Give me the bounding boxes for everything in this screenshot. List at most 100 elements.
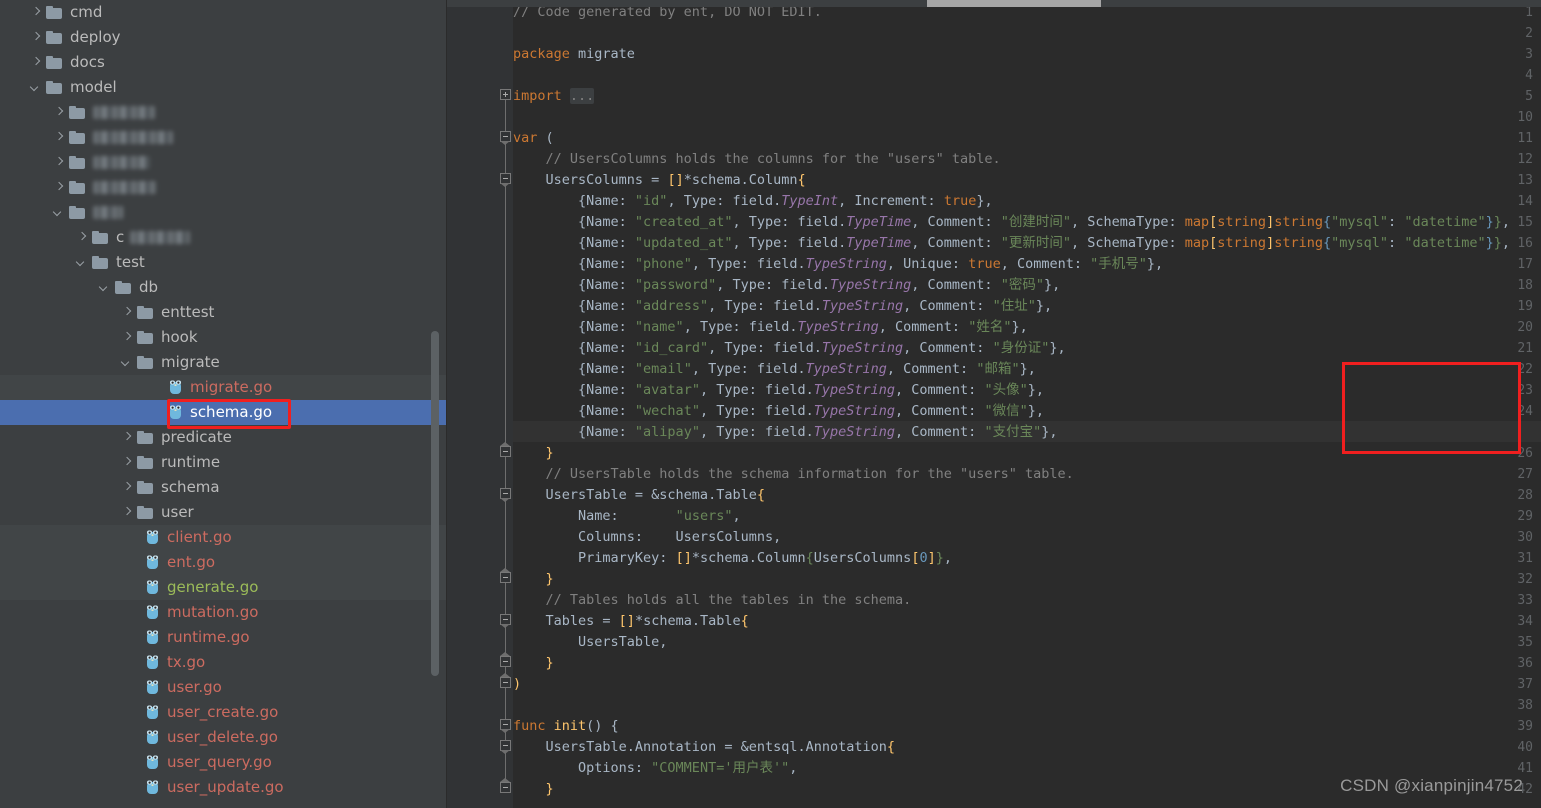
chevron-right-icon[interactable]	[30, 6, 43, 19]
code-line[interactable]: {Name: "address", Type: field.TypeString…	[513, 296, 1052, 317]
tree-file-item[interactable]: schema.go	[0, 400, 447, 425]
tree-folder-item[interactable]: docs	[0, 50, 447, 75]
tree-folder-item[interactable]	[0, 100, 447, 125]
fold-toggle-icon[interactable]	[500, 614, 511, 625]
code-text-area[interactable]: // Code generated by ent, DO NOT EDIT. pa…	[513, 0, 1541, 808]
code-line[interactable]: {Name: "alipay", Type: field.TypeString,…	[513, 422, 1057, 443]
code-editor[interactable]: 1234510111213141516171819202122232425262…	[447, 0, 1541, 808]
fold-toggle-icon[interactable]	[500, 131, 511, 142]
tree-file-item[interactable]: user_create.go	[0, 700, 447, 725]
chevron-right-icon[interactable]	[53, 106, 66, 119]
code-line[interactable]: {Name: "id", Type: field.TypeInt, Increm…	[513, 191, 993, 212]
code-line[interactable]: UsersColumns = []*schema.Column{	[513, 170, 806, 191]
tree-folder-item[interactable]	[0, 125, 447, 150]
code-line[interactable]: {Name: "id_card", Type: field.TypeString…	[513, 338, 1066, 359]
chevron-right-icon[interactable]	[121, 481, 134, 494]
chevron-down-icon[interactable]	[53, 206, 66, 219]
code-line[interactable]: }	[513, 779, 554, 800]
code-line[interactable]: Columns: UsersColumns,	[513, 527, 781, 548]
code-line[interactable]: }	[513, 653, 554, 674]
tree-folder-item[interactable]: cmd	[0, 0, 447, 25]
fold-toggle-icon[interactable]	[500, 173, 511, 184]
code-line[interactable]: // UsersTable holds the schema informati…	[513, 464, 1074, 485]
tree-file-item[interactable]: user.go	[0, 675, 447, 700]
tree-file-item[interactable]: migrate.go	[0, 375, 447, 400]
tree-file-item[interactable]: user_delete.go	[0, 725, 447, 750]
code-line[interactable]: Options: "COMMENT='用户表'",	[513, 758, 797, 779]
tree-folder-item[interactable]: user	[0, 500, 447, 525]
chevron-down-icon[interactable]	[121, 356, 134, 369]
code-line[interactable]: UsersTable,	[513, 632, 667, 653]
code-line[interactable]: UsersTable = &schema.Table{	[513, 485, 765, 506]
tree-folder-item[interactable]	[0, 175, 447, 200]
tree-file-item[interactable]: generate.go	[0, 575, 447, 600]
chevron-right-icon[interactable]	[121, 456, 134, 469]
tree-folder-item[interactable]: runtime	[0, 450, 447, 475]
fold-toggle-icon[interactable]	[500, 673, 511, 688]
code-line[interactable]: {Name: "updated_at", Type: field.TypeTim…	[513, 233, 1510, 254]
tree-folder-item[interactable]: enttest	[0, 300, 447, 325]
tree-folder-item[interactable]: hook	[0, 325, 447, 350]
code-line[interactable]: // Tables holds all the tables in the sc…	[513, 590, 912, 611]
tree-folder-item[interactable]: schema	[0, 475, 447, 500]
chevron-right-icon[interactable]	[121, 331, 134, 344]
tree-file-item[interactable]: user_update.go	[0, 775, 447, 800]
tree-file-item[interactable]: user_query.go	[0, 750, 447, 775]
fold-toggle-icon[interactable]	[500, 719, 511, 730]
tree-folder-item[interactable]: deploy	[0, 25, 447, 50]
code-line[interactable]: func init() {	[513, 716, 619, 737]
project-tree-scrollbar-track[interactable]	[431, 0, 443, 808]
tree-folder-item[interactable]	[0, 150, 447, 175]
chevron-right-icon[interactable]	[53, 131, 66, 144]
code-line[interactable]: {Name: "wechat", Type: field.TypeString,…	[513, 401, 1044, 422]
tree-file-item[interactable]: ent.go	[0, 550, 447, 575]
code-line[interactable]: Name: "users",	[513, 506, 741, 527]
code-line[interactable]: var (	[513, 128, 554, 149]
code-line[interactable]: )	[513, 674, 521, 695]
chevron-down-icon[interactable]	[30, 81, 43, 94]
project-tree-panel[interactable]: cmd deploy docs model c test db enttest hook migr…	[0, 0, 447, 808]
chevron-right-icon[interactable]	[121, 306, 134, 319]
code-line[interactable]: import ...	[513, 86, 595, 107]
project-tree-scrollbar-thumb[interactable]	[431, 331, 439, 676]
code-line[interactable]: }	[513, 569, 554, 590]
fold-toggle-icon[interactable]	[500, 568, 511, 583]
code-line[interactable]: }	[513, 443, 554, 464]
chevron-right-icon[interactable]	[121, 506, 134, 519]
code-line[interactable]: {Name: "created_at", Type: field.TypeTim…	[513, 212, 1510, 233]
tree-folder-item[interactable]: db	[0, 275, 447, 300]
chevron-down-icon[interactable]	[76, 256, 89, 269]
tree-file-item[interactable]: runtime.go	[0, 625, 447, 650]
code-line[interactable]: {Name: "avatar", Type: field.TypeString,…	[513, 380, 1044, 401]
tree-folder-item[interactable]: migrate	[0, 350, 447, 375]
chevron-right-icon[interactable]	[121, 431, 134, 444]
tree-folder-item[interactable]: c	[0, 225, 447, 250]
tree-folder-item[interactable]: predicate	[0, 425, 447, 450]
code-line[interactable]: Tables = []*schema.Table{	[513, 611, 749, 632]
tree-folder-item[interactable]	[0, 200, 447, 225]
code-line[interactable]: {Name: "phone", Type: field.TypeString, …	[513, 254, 1163, 275]
tree-file-item[interactable]: mutation.go	[0, 600, 447, 625]
chevron-right-icon[interactable]	[30, 31, 43, 44]
fold-toggle-icon[interactable]	[500, 740, 511, 751]
code-line[interactable]: {Name: "email", Type: field.TypeString, …	[513, 359, 1036, 380]
chevron-right-icon[interactable]	[30, 56, 43, 69]
chevron-right-icon[interactable]	[53, 181, 66, 194]
code-line[interactable]: {Name: "password", Type: field.TypeStrin…	[513, 275, 1060, 296]
editor-horizontal-scrollbar-track[interactable]	[447, 0, 1541, 7]
tree-file-item[interactable]: client.go	[0, 525, 447, 550]
tree-file-item[interactable]: tx.go	[0, 650, 447, 675]
code-line[interactable]: // UsersColumns holds the columns for th…	[513, 149, 1001, 170]
code-line[interactable]: {Name: "name", Type: field.TypeString, C…	[513, 317, 1028, 338]
fold-toggle-icon[interactable]	[500, 778, 511, 793]
chevron-right-icon[interactable]	[76, 231, 89, 244]
fold-toggle-icon[interactable]	[500, 488, 511, 499]
chevron-right-icon[interactable]	[53, 156, 66, 169]
code-line[interactable]: package migrate	[513, 44, 635, 65]
fold-toggle-icon[interactable]	[500, 89, 511, 100]
tree-folder-item[interactable]: model	[0, 75, 447, 100]
fold-toggle-icon[interactable]	[500, 652, 511, 667]
code-line[interactable]: PrimaryKey: []*schema.Column{UsersColumn…	[513, 548, 952, 569]
editor-horizontal-scrollbar-thumb[interactable]	[927, 0, 1101, 7]
chevron-down-icon[interactable]	[99, 281, 112, 294]
